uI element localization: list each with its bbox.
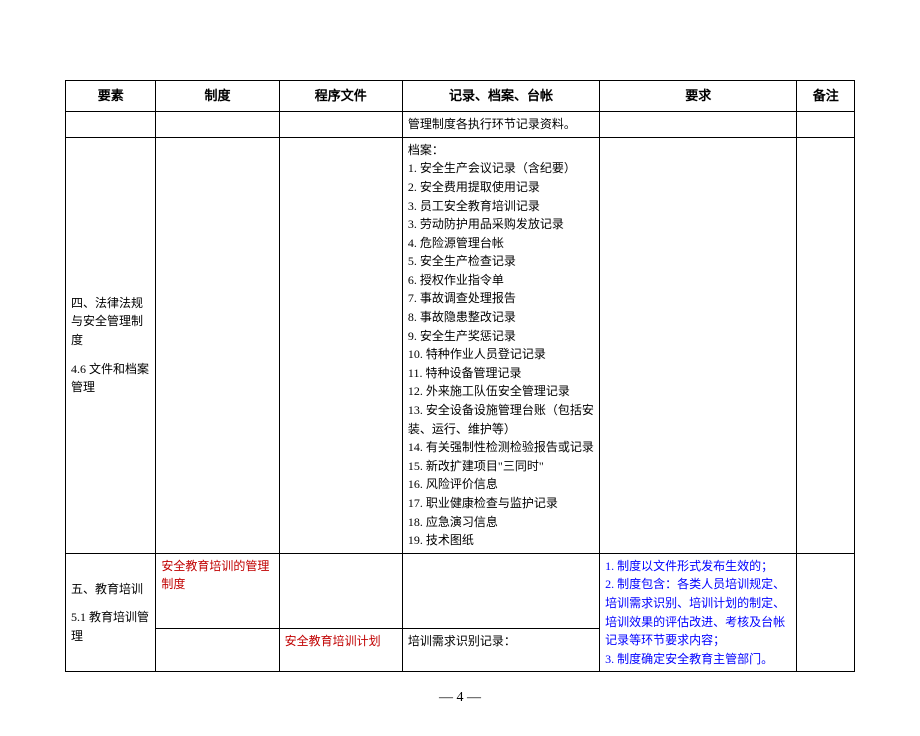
- cell-procedure: 安全教育培训计划: [279, 628, 402, 672]
- cell-records: 培训需求识别记录：: [402, 628, 599, 672]
- cell-notes: [797, 137, 855, 553]
- records-item: 2. 安全费用提取使用记录: [408, 178, 594, 197]
- factor-subheading: 5.1 教育培训管理: [71, 608, 150, 645]
- records-item: 3. 员工安全教育培训记录: [408, 197, 594, 216]
- requirement-item: 3. 制度确定安全教育主管部门。: [605, 650, 791, 669]
- procedure-text: 安全教育培训计划: [285, 634, 381, 648]
- records-item: 9. 安全生产奖惩记录: [408, 327, 594, 346]
- header-procedure: 程序文件: [279, 81, 402, 112]
- cell-requirements: [600, 137, 797, 553]
- records-item: 19. 技术图纸: [408, 531, 594, 550]
- document-table: 要素 制度 程序文件 记录、档案、台帐 要求 备注 管理制度各执行环节记录资料。…: [65, 80, 855, 672]
- cell-notes: [797, 553, 855, 672]
- cell-procedure: [279, 553, 402, 628]
- cell-system: [156, 137, 279, 553]
- cell-system: 安全教育培训的管理制度: [156, 553, 279, 628]
- cell-factor: 四、法律法规与安全管理制度 4.6 文件和档案管理: [66, 137, 156, 553]
- records-item: 17. 职业健康检查与监护记录: [408, 494, 594, 513]
- system-text: 安全教育培训的管理制度: [161, 559, 269, 592]
- records-item: 10. 特种作业人员登记记录: [408, 345, 594, 364]
- table-header-row: 要素 制度 程序文件 记录、档案、台帐 要求 备注: [66, 81, 855, 112]
- cell-system: [156, 628, 279, 672]
- page-number: — 4 —: [65, 690, 855, 706]
- table-row: 五、教育培训 5.1 教育培训管理 安全教育培训的管理制度 1. 制度以文件形式…: [66, 553, 855, 628]
- cell-notes: [797, 112, 855, 138]
- records-item: 6. 授权作业指令单: [408, 271, 594, 290]
- cell-system: [156, 112, 279, 138]
- records-item: 4. 危险源管理台帐: [408, 234, 594, 253]
- table-row: 管理制度各执行环节记录资料。: [66, 112, 855, 138]
- records-item: 14. 有关强制性检测检验报告或记录: [408, 438, 594, 457]
- records-item: 15. 新改扩建项目"三同时": [408, 457, 594, 476]
- header-records: 记录、档案、台帐: [402, 81, 599, 112]
- records-item: 12. 外来施工队伍安全管理记录: [408, 382, 594, 401]
- factor-heading: 五、教育培训: [71, 580, 150, 599]
- factor-heading: 四、法律法规与安全管理制度: [71, 294, 150, 350]
- records-item: 1. 安全生产会议记录（含纪要）: [408, 159, 594, 178]
- cell-requirements: [600, 112, 797, 138]
- table-row: 四、法律法规与安全管理制度 4.6 文件和档案管理 档案： 1. 安全生产会议记…: [66, 137, 855, 553]
- requirement-item: 1. 制度以文件形式发布生效的；: [605, 557, 791, 576]
- cell-procedure: [279, 112, 402, 138]
- records-item: 11. 特种设备管理记录: [408, 364, 594, 383]
- records-intro: 档案：: [408, 141, 594, 160]
- records-item: 18. 应急演习信息: [408, 513, 594, 532]
- records-item: 8. 事故隐患整改记录: [408, 308, 594, 327]
- cell-requirements: 1. 制度以文件形式发布生效的； 2. 制度包含：各类人员培训规定、培训需求识别…: [600, 553, 797, 672]
- records-item: 16. 风险评价信息: [408, 475, 594, 494]
- records-item: 3. 劳动防护用品采购发放记录: [408, 215, 594, 234]
- header-system: 制度: [156, 81, 279, 112]
- cell-procedure: [279, 137, 402, 553]
- records-item: 13. 安全设备设施管理台账（包括安装、运行、维护等）: [408, 401, 594, 438]
- header-factor: 要素: [66, 81, 156, 112]
- factor-subheading: 4.6 文件和档案管理: [71, 360, 150, 397]
- cell-factor: 五、教育培训 5.1 教育培训管理: [66, 553, 156, 672]
- requirement-item: 2. 制度包含：各类人员培训规定、培训需求识别、培训计划的制定、培训效果的评估改…: [605, 575, 791, 649]
- cell-factor: [66, 112, 156, 138]
- records-item: 7. 事故调查处理报告: [408, 289, 594, 308]
- cell-records: 管理制度各执行环节记录资料。: [402, 112, 599, 138]
- cell-records: [402, 553, 599, 628]
- header-notes: 备注: [797, 81, 855, 112]
- cell-records: 档案： 1. 安全生产会议记录（含纪要） 2. 安全费用提取使用记录 3. 员工…: [402, 137, 599, 553]
- records-item: 5. 安全生产检查记录: [408, 252, 594, 271]
- header-requirements: 要求: [600, 81, 797, 112]
